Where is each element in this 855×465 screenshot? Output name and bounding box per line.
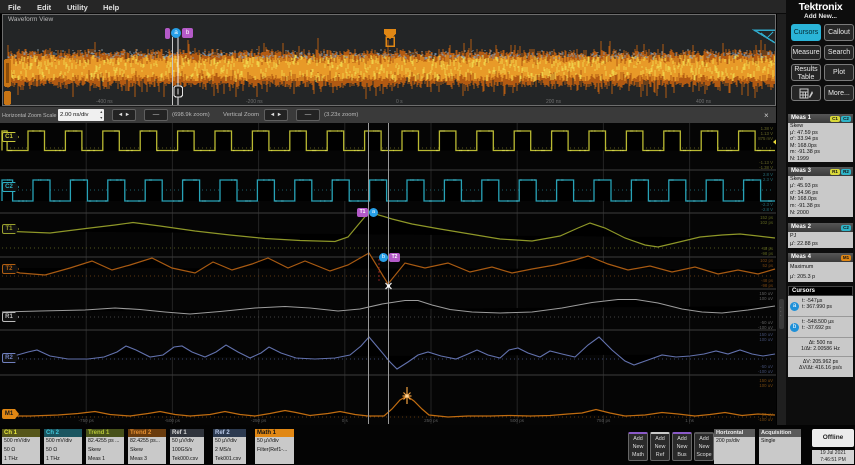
svg-text:100 uV: 100 uV: [759, 383, 773, 388]
svg-text:-200 ns: -200 ns: [246, 99, 263, 105]
svg-text:875 mV: 875 mV: [758, 136, 773, 141]
svg-text:-98 ps: -98 ps: [761, 283, 773, 288]
svg-text:102 ps: 102 ps: [760, 220, 773, 225]
svg-text:0 s: 0 s: [396, 99, 403, 105]
svg-text:-500 ps: -500 ps: [165, 418, 181, 423]
svg-text:400 ns: 400 ns: [696, 99, 712, 105]
svg-text:52 ps: 52 ps: [762, 263, 773, 268]
svg-text:-98 ps: -98 ps: [761, 251, 773, 256]
svg-text:-2.8 V: -2.8 V: [762, 207, 774, 212]
svg-text:0 s: 0 s: [342, 418, 349, 423]
svg-text:-1.38 V: -1.38 V: [759, 165, 773, 170]
svg-text:-100 uV: -100 uV: [758, 369, 773, 374]
svg-text:100 uV: 100 uV: [759, 337, 773, 342]
svg-text:200 ns: 200 ns: [546, 99, 562, 105]
svg-text:-250 ps: -250 ps: [251, 418, 267, 423]
svg-text:1 ns: 1 ns: [685, 418, 694, 423]
svg-text:2.3 V: 2.3 V: [763, 177, 773, 182]
svg-text:500 ps: 500 ps: [510, 418, 524, 423]
svg-text:750 ps: 750 ps: [597, 418, 611, 423]
svg-text:250 ps: 250 ps: [424, 418, 438, 423]
svg-text:-100 uV: -100 uV: [758, 325, 773, 330]
svg-text:-400 ns: -400 ns: [96, 99, 113, 105]
svg-text:-100 uV: -100 uV: [758, 417, 773, 422]
svg-text:100 uV: 100 uV: [759, 296, 773, 301]
svg-text:-750 ps: -750 ps: [79, 418, 95, 423]
